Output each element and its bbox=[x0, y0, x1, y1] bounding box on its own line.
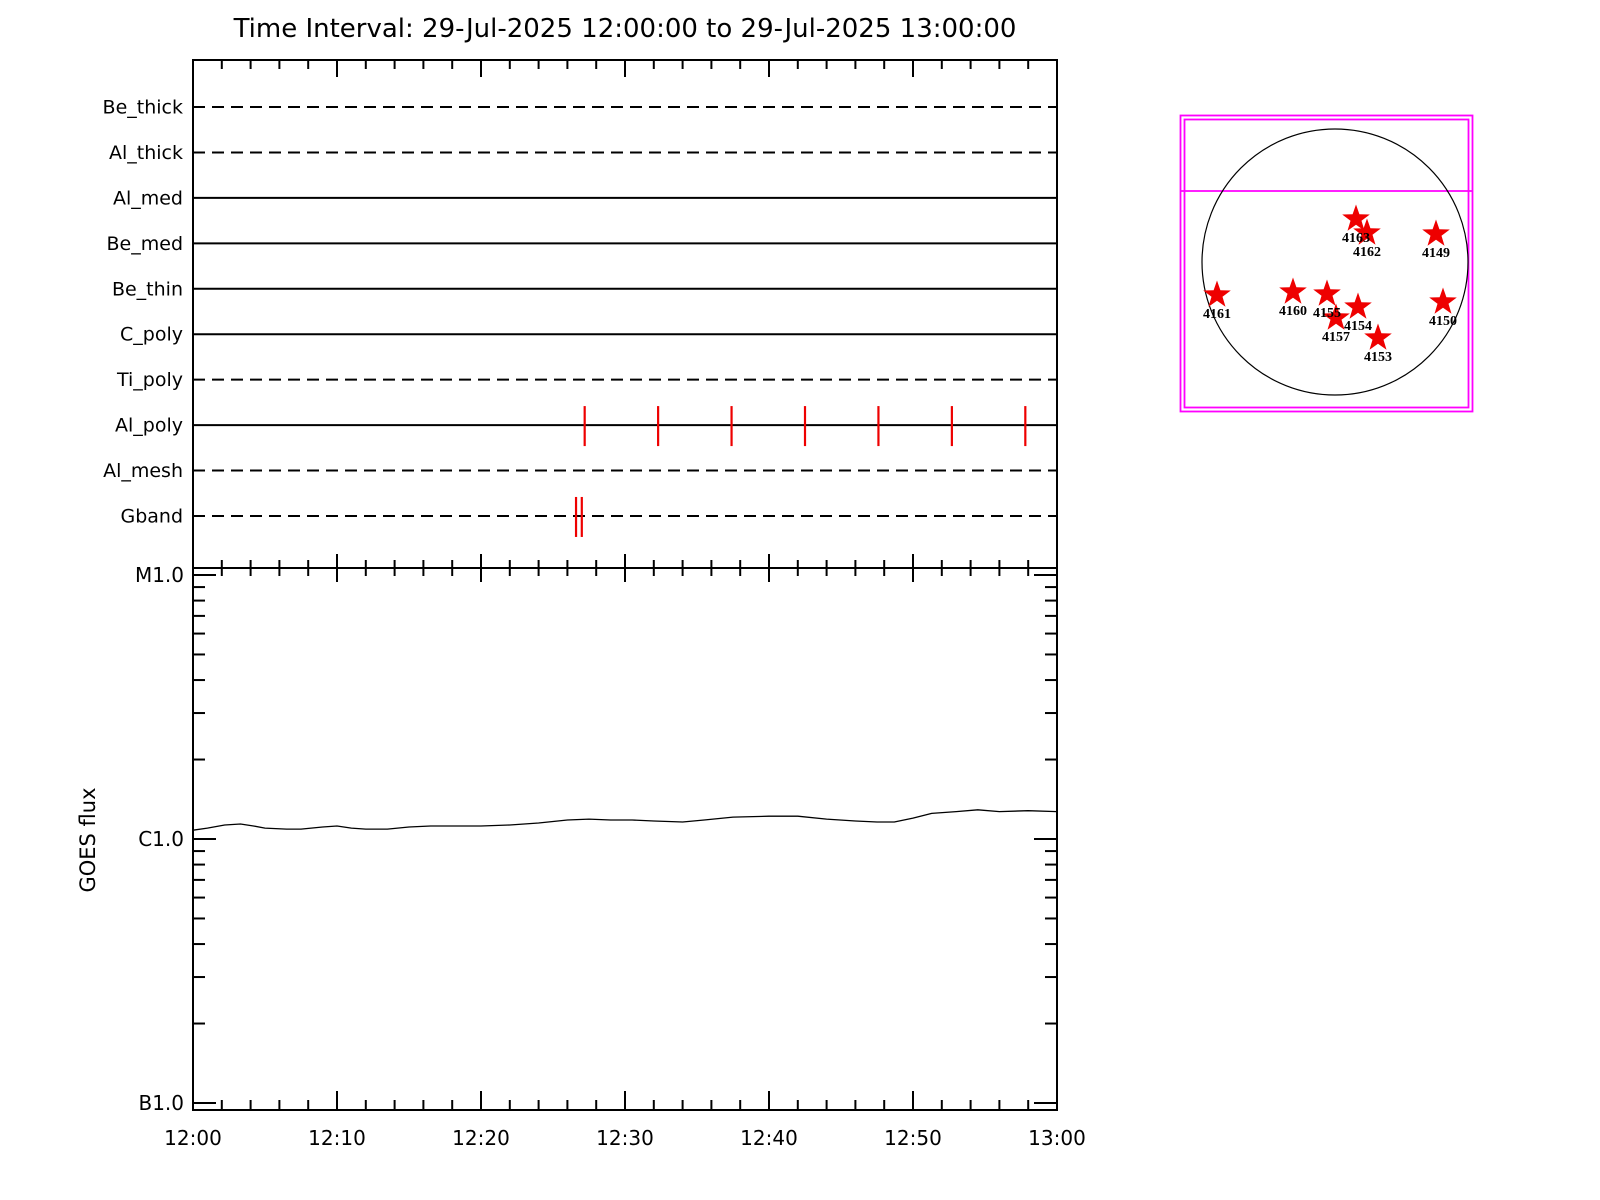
filter-row-label: Be_med bbox=[107, 233, 183, 255]
filter-row-label: Be_thin bbox=[112, 278, 183, 300]
active-region-stars bbox=[1203, 204, 1457, 350]
active-region-label-4153: 4153 bbox=[1364, 350, 1392, 365]
plots-canvas: Be_thick Al_thick Al_med Be_med Be_thin C_pol… bbox=[103, 59, 1474, 1150]
solar-disk-map: 41634162 41494161 4160 41554154415741534150 bbox=[1179, 114, 1474, 413]
filter-row-Al_poly: Al_poly bbox=[115, 406, 1057, 447]
goes-flux-panel: 12:00 12:10 12:20 12:30 12:40 12:50 13:00 M1.0 C… bbox=[135, 563, 1086, 1150]
active-region-label-4155: 4155 bbox=[1313, 306, 1341, 321]
filter-row-label: Al_thick bbox=[109, 142, 183, 164]
solar-observation-timeline-page: { "title": "Time Interval: 29-Jul-2025 1… bbox=[0, 0, 1600, 1200]
x-tick-label: 12:50 bbox=[884, 1126, 942, 1150]
filter-row-label: C_poly bbox=[120, 324, 183, 346]
active-region-star-4161 bbox=[1203, 280, 1231, 307]
active-region-label-4157: 4157 bbox=[1322, 330, 1350, 345]
active-region-label-4150: 4150 bbox=[1429, 314, 1457, 329]
map-inner-border bbox=[1183, 118, 1470, 409]
filter-row-label: Al_mesh bbox=[103, 460, 183, 482]
x-tick-label: 12:40 bbox=[740, 1126, 798, 1150]
filter-timeline-panel: Be_thick Al_thick Al_med Be_med Be_thin C_pol… bbox=[103, 59, 1058, 582]
filter-panel-border bbox=[192, 59, 1058, 569]
filter-row-Be_thin: Be_thin bbox=[112, 278, 1057, 300]
goes-panel-border bbox=[192, 567, 1058, 1111]
y-tick-label: M1.0 bbox=[135, 563, 184, 587]
filter-row-label: Gband bbox=[120, 505, 183, 527]
filter-row-Al_thick: Al_thick bbox=[109, 142, 1057, 164]
filter-row-Be_thick: Be_thick bbox=[103, 97, 1057, 119]
goes-flux-curve bbox=[192, 809, 1058, 831]
filter-row-C_poly: C_poly bbox=[120, 324, 1057, 346]
x-tick-label: 12:20 bbox=[452, 1126, 510, 1150]
filter-row-Gband: Gband bbox=[120, 496, 1057, 537]
active-region-label-4163: 4163 bbox=[1342, 231, 1370, 246]
y-tick-label: C1.0 bbox=[138, 827, 184, 851]
filter-row-label: Be_thick bbox=[103, 97, 183, 119]
filter-row-Al_med: Al_med bbox=[113, 187, 1057, 209]
goes-y-ticks bbox=[194, 574, 1056, 1104]
filter-row-Ti_poly: Ti_poly bbox=[116, 369, 1057, 391]
goes-x-ticks bbox=[192, 1091, 1058, 1109]
solar-disk-circle bbox=[1201, 128, 1469, 396]
filter-row-label: Ti_poly bbox=[116, 369, 183, 391]
filter-row-Be_med: Be_med bbox=[107, 233, 1057, 255]
active-region-star-4150 bbox=[1429, 287, 1457, 314]
x-tick-label: 12:30 bbox=[596, 1126, 654, 1150]
chart-title: Time Interval: 29-Jul-2025 12:00:00 to 2… bbox=[233, 14, 1017, 44]
timeline-x-ticks bbox=[192, 61, 1058, 582]
x-tick-label: 12:10 bbox=[308, 1126, 366, 1150]
active-region-label-4149: 4149 bbox=[1422, 246, 1450, 261]
active-region-star-4154 bbox=[1344, 292, 1372, 319]
active-region-star-4155 bbox=[1313, 279, 1341, 306]
active-region-label-4161: 4161 bbox=[1203, 307, 1231, 322]
x-tick-label: 12:00 bbox=[164, 1126, 222, 1150]
filter-row-Al_mesh: Al_mesh bbox=[103, 460, 1057, 482]
active-region-label-4160: 4160 bbox=[1279, 304, 1307, 319]
filter-row-label: Al_med bbox=[113, 187, 183, 209]
active-region-star-4160 bbox=[1279, 277, 1307, 304]
active-region-label-4162: 4162 bbox=[1353, 245, 1381, 260]
active-region-star-4149 bbox=[1422, 219, 1450, 246]
map-outer-border bbox=[1179, 114, 1474, 413]
x-tick-label: 13:00 bbox=[1028, 1126, 1086, 1150]
y-tick-label: B1.0 bbox=[138, 1091, 184, 1115]
filter-row-label: Al_poly bbox=[115, 415, 183, 437]
goes-flux-axis-label: GOES flux bbox=[76, 787, 100, 893]
